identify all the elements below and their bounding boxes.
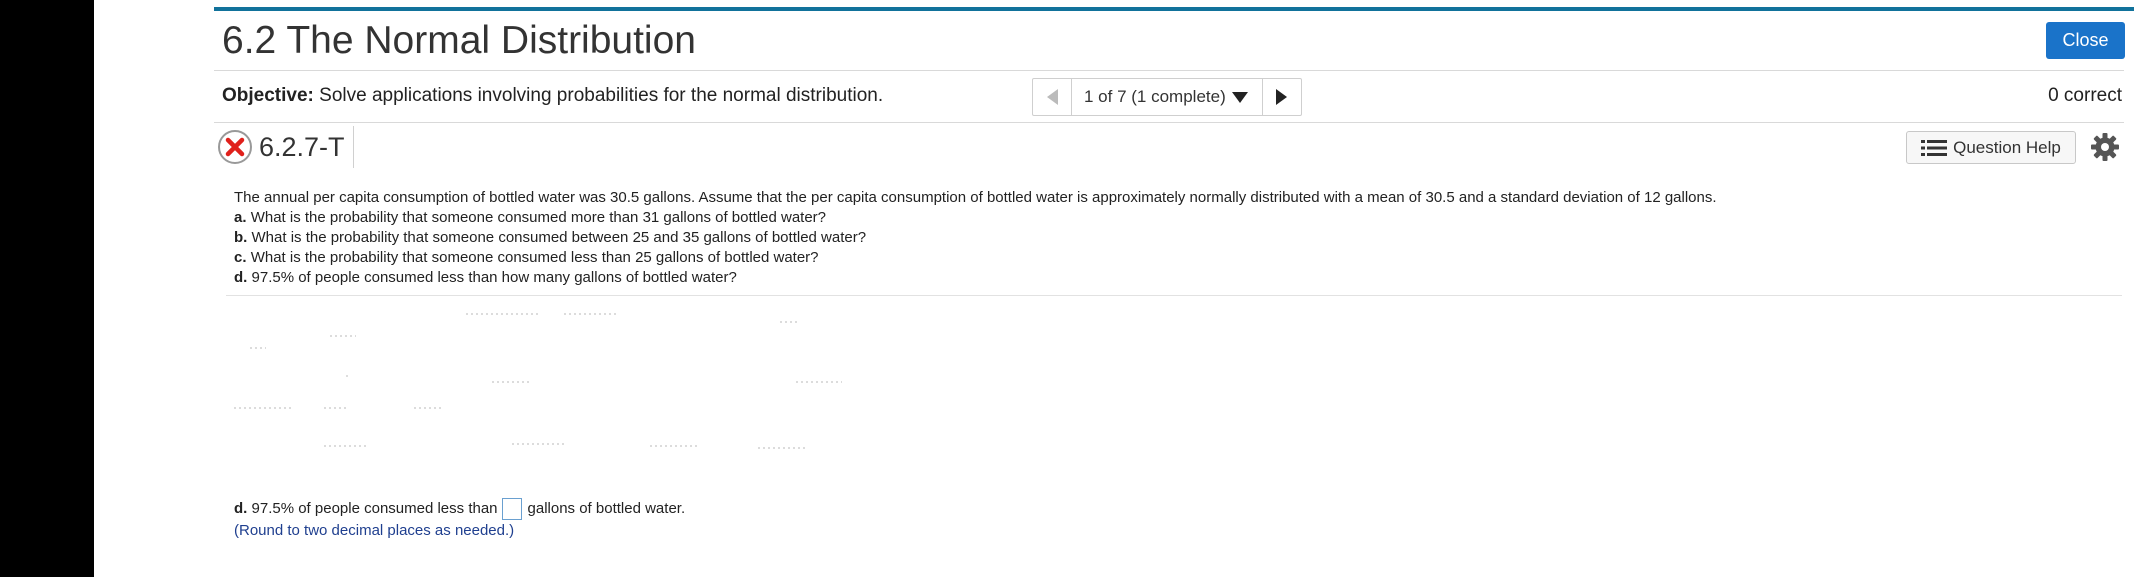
question-help-button[interactable]: Question Help	[1906, 131, 2076, 164]
caret-down-icon	[1231, 91, 1248, 103]
question-part-a: a. What is the probability that someone …	[234, 209, 827, 226]
question-part-b: b. What is the probability that someone …	[234, 229, 867, 246]
page-title: 6.2 The Normal Distribution	[222, 19, 696, 62]
objective-text: Solve applications involving probabiliti…	[319, 85, 884, 106]
incorrect-x-icon	[218, 130, 252, 164]
divider	[226, 295, 2122, 296]
answer-row: d. 97.5% of people consumed less than ga…	[234, 498, 685, 520]
question-navigator: 1 of 7 (1 complete)	[1032, 78, 1302, 116]
list-icon	[1921, 139, 1948, 157]
question-id-box: 6.2.7-T	[218, 126, 354, 168]
answer-part-label: d.	[234, 500, 248, 517]
question-help-label: Question Help	[1953, 137, 2061, 157]
answer-input[interactable]	[501, 498, 522, 520]
score-status: 0 correct	[2048, 85, 2122, 106]
chevron-right-icon	[1276, 89, 1288, 105]
chevron-left-icon	[1046, 89, 1058, 105]
question-id: 6.2.7-T	[259, 131, 345, 162]
objective-label: Objective:	[222, 85, 314, 106]
header-accent-rule	[214, 7, 2134, 11]
gear-icon[interactable]	[2090, 132, 2120, 162]
question-part-d: d. 97.5% of people consumed less than ho…	[234, 269, 737, 286]
question-part-c: c. What is the probability that someone …	[234, 249, 819, 266]
answer-section: d. 97.5% of people consumed less than ga…	[234, 498, 685, 542]
divider	[214, 122, 2124, 123]
next-question-button[interactable]	[1261, 79, 1301, 115]
faded-text-remnants	[234, 313, 842, 449]
rounding-note: (Round to two decimal places as needed.)	[234, 522, 515, 539]
close-button[interactable]: Close	[2046, 22, 2125, 59]
question-status-dropdown[interactable]: 1 of 7 (1 complete)	[1072, 79, 1262, 115]
left-black-panel	[0, 0, 94, 577]
question-status-text: 1 of 7 (1 complete)	[1084, 87, 1226, 106]
previous-question-button[interactable]	[1033, 79, 1072, 115]
answer-prefix: 97.5% of people consumed less than	[251, 500, 498, 517]
question-text: The annual per capita consumption of bot…	[234, 188, 2114, 288]
objective: Objective: Solve applications involving …	[222, 84, 883, 108]
answer-suffix: gallons of bottled water.	[527, 500, 686, 517]
question-intro: The annual per capita consumption of bot…	[234, 189, 1717, 206]
divider	[214, 70, 2124, 71]
